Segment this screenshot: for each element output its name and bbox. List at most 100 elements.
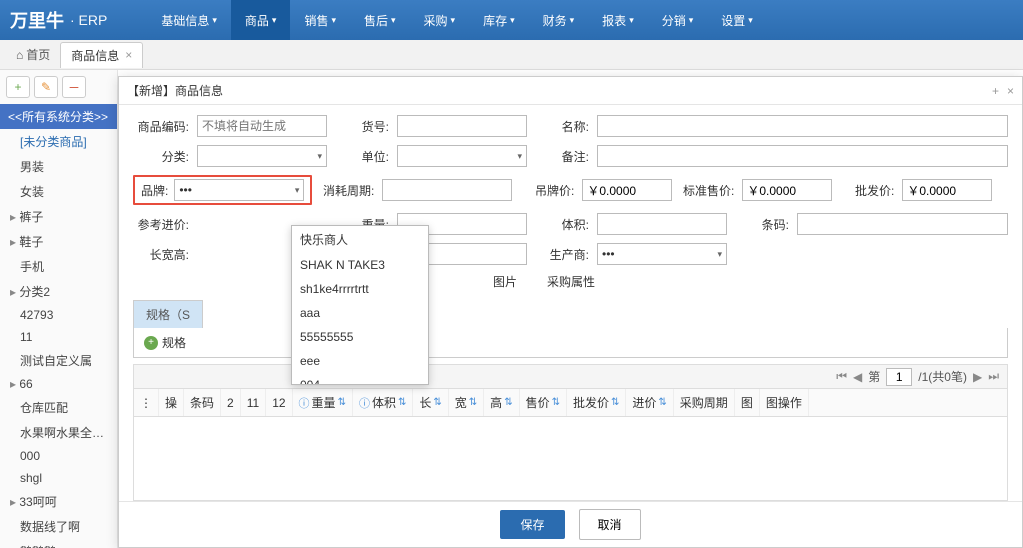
nav-采购[interactable]: 采购▾: [410, 0, 470, 40]
nav-设置[interactable]: 设置▾: [707, 0, 767, 40]
barcode-input[interactable]: [797, 213, 1008, 235]
tree-item[interactable]: shgl: [0, 467, 117, 489]
remark-input[interactable]: [597, 145, 1008, 167]
grid-col[interactable]: 图: [735, 389, 760, 416]
grid-col[interactable]: 2: [221, 389, 241, 416]
tree-item[interactable]: 鞋子: [0, 229, 117, 254]
next-page-icon[interactable]: ▶: [973, 370, 982, 384]
tree-header[interactable]: <<所有系统分类>>: [0, 104, 117, 129]
nav-基础信息[interactable]: 基础信息▾: [147, 0, 231, 40]
brand-option[interactable]: aaa: [292, 301, 428, 325]
brand-option[interactable]: 004: [292, 373, 428, 385]
top-nav: 万里牛 · ERP 基础信息▾商品▾销售▾售后▾采购▾库存▾财务▾报表▾分销▾设…: [0, 0, 1023, 40]
grid-pager: ⏮ ◀ 第 /1(共0笔) ▶ ⏭: [134, 365, 1007, 389]
brand-select[interactable]: •••▾: [174, 179, 304, 201]
grid-col[interactable]: 操: [159, 389, 184, 416]
name-input[interactable]: [597, 115, 1008, 137]
add-spec-row[interactable]: + 规格: [133, 328, 1008, 358]
tree-item[interactable]: 男装: [0, 154, 117, 179]
brand-label: 品牌:: [141, 182, 168, 199]
grid-col[interactable]: 采购周期: [674, 389, 735, 416]
page-input[interactable]: [886, 368, 912, 386]
brand-dropdown[interactable]: 快乐商人SHAK N TAKE3sh1ke4rrrrtrttaaa5555555…: [291, 225, 429, 385]
close-icon[interactable]: ×: [1007, 84, 1014, 98]
tree-item[interactable]: 42793: [0, 304, 117, 326]
save-button[interactable]: 保存: [500, 510, 564, 539]
tree-item[interactable]: 000: [0, 445, 117, 467]
unit-select[interactable]: ▾: [397, 145, 527, 167]
chevron-down-icon: ▾: [629, 15, 634, 26]
grid-col[interactable]: ⓘ重量⇅: [293, 389, 353, 416]
huohao-input[interactable]: [397, 115, 527, 137]
nav-分销[interactable]: 分销▾: [648, 0, 708, 40]
prev-page-icon[interactable]: ◀: [853, 370, 862, 384]
grid-col[interactable]: 高⇅: [484, 389, 519, 416]
nav-销售[interactable]: 销售▾: [290, 0, 350, 40]
grid-col[interactable]: 12: [266, 389, 292, 416]
brand-option[interactable]: sh1ke4rrrrtrtt: [292, 277, 428, 301]
grid-col[interactable]: 宽⇅: [449, 389, 484, 416]
tree-item[interactable]: 鹅鹅鹅: [0, 539, 117, 548]
cat-label: 分类:: [133, 148, 189, 165]
first-page-icon[interactable]: ⏮: [836, 369, 847, 384]
chevron-down-icon: ▾: [570, 15, 575, 26]
tree-item[interactable]: 仓库匹配: [0, 395, 117, 420]
grid-col[interactable]: 长⇅: [413, 389, 448, 416]
whole-input[interactable]: [902, 179, 992, 201]
mfr-select[interactable]: •••▾: [597, 243, 727, 265]
tab-purchase-attr[interactable]: 采购属性: [547, 273, 595, 290]
tree-item[interactable]: 11: [0, 326, 117, 348]
cycle-label: 消耗周期:: [318, 182, 374, 199]
tree-item[interactable]: 66: [0, 373, 117, 395]
grid-col[interactable]: 11: [241, 389, 266, 416]
grid-col[interactable]: ⋮: [134, 389, 159, 416]
grid-col[interactable]: ⓘ体积⇅: [353, 389, 413, 416]
brand-option[interactable]: 快乐商人: [292, 226, 428, 253]
home-link[interactable]: ⌂ 首页: [6, 46, 60, 63]
tab-picture[interactable]: 图片: [493, 273, 517, 290]
std-input[interactable]: [742, 179, 832, 201]
ref-label: 参考进价:: [133, 216, 189, 233]
tree-item[interactable]: 测试自定义属: [0, 348, 117, 373]
cancel-button[interactable]: 取消: [579, 509, 641, 540]
brand-highlight: 品牌: •••▾: [133, 175, 312, 205]
nav-售后[interactable]: 售后▾: [350, 0, 410, 40]
tree-item[interactable]: 分类2: [0, 279, 117, 304]
barcode-label: 条码:: [733, 216, 789, 233]
tree-item[interactable]: 33呵呵: [0, 489, 117, 514]
brand-option[interactable]: SHAK N TAKE3: [292, 253, 428, 277]
grid-col[interactable]: 售价⇅: [520, 389, 567, 416]
brand-option[interactable]: 55555555: [292, 325, 428, 349]
brand-option[interactable]: eee: [292, 349, 428, 373]
nav-报表[interactable]: 报表▾: [588, 0, 648, 40]
cycle-input[interactable]: [382, 179, 512, 201]
grid-col[interactable]: 进价⇅: [626, 389, 673, 416]
tree-item[interactable]: 手机: [0, 254, 117, 279]
grid-col[interactable]: 条码: [184, 389, 221, 416]
minimize-icon[interactable]: +: [992, 84, 999, 98]
tab-spec[interactable]: 规格（S: [133, 300, 203, 328]
delete-button[interactable]: －: [62, 76, 86, 98]
modal-product-add: 【新增】商品信息 + × 商品编码: 货号: 名称: 分类: ▾ 单位: ▾: [118, 76, 1023, 548]
nav-财务[interactable]: 财务▾: [529, 0, 589, 40]
cat-select[interactable]: ▾: [197, 145, 327, 167]
edit-button[interactable]: ✎: [34, 76, 58, 98]
add-button[interactable]: +: [6, 76, 30, 98]
sort-icon: ⇅: [552, 397, 560, 408]
tree-item[interactable]: 裤子: [0, 204, 117, 229]
tree-item[interactable]: 水果啊水果全是水: [0, 420, 117, 445]
nav-库存[interactable]: 库存▾: [469, 0, 529, 40]
tree-item[interactable]: [未分类商品]: [0, 129, 117, 154]
tree-item[interactable]: 数据线了啊: [0, 514, 117, 539]
grid-col[interactable]: 批发价⇅: [567, 389, 626, 416]
vol-input[interactable]: [597, 213, 727, 235]
tab-product-info[interactable]: 商品信息 ×: [60, 42, 143, 68]
tag-input[interactable]: [582, 179, 672, 201]
close-icon[interactable]: ×: [125, 48, 132, 62]
grid-col[interactable]: 图操作: [760, 389, 809, 416]
last-page-icon[interactable]: ⏭: [988, 369, 999, 384]
code-input[interactable]: [197, 115, 327, 137]
tree-item[interactable]: 女装: [0, 179, 117, 204]
logo: 万里牛: [10, 7, 64, 33]
nav-商品[interactable]: 商品▾: [231, 0, 291, 40]
